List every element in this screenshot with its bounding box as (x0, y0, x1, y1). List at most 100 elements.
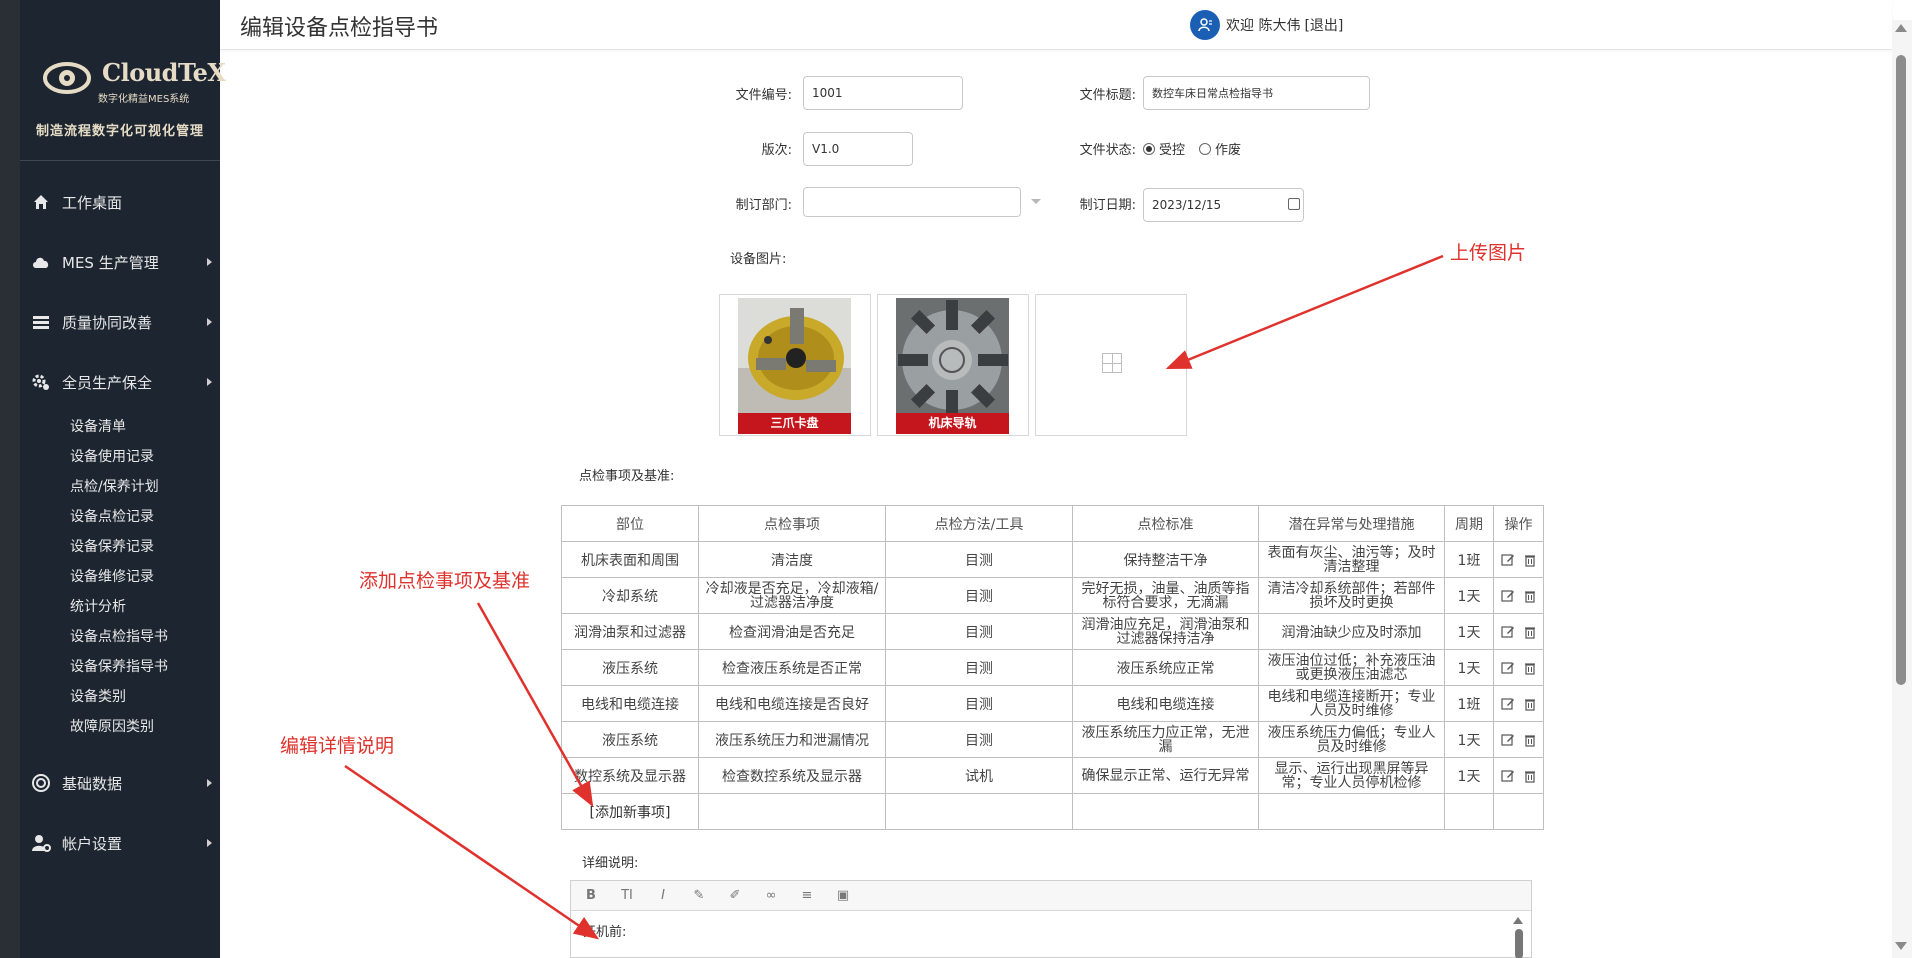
add-item-link[interactable]: [添加新事项] (590, 805, 671, 821)
table-cell: 液压系统 (561, 721, 699, 758)
annotation-add-items: 添加点检事项及基准 (359, 570, 531, 592)
edit-icon[interactable] (1500, 661, 1515, 675)
menu-item-quality[interactable]: 质量协同改善 (20, 294, 220, 350)
chevron-right-icon (207, 318, 212, 326)
cloud-icon (30, 251, 52, 273)
delete-icon[interactable] (1523, 733, 1537, 747)
table-cell: 确保显示正常、运行无异常 (1072, 757, 1259, 794)
table-cell: 目测 (885, 721, 1073, 758)
editor-scroll-up-icon[interactable] (1513, 917, 1523, 924)
menu-label: 工作桌面 (62, 193, 123, 212)
edit-icon[interactable] (1500, 733, 1515, 747)
row-actions (1493, 541, 1544, 578)
table-header: 点检标准 (1072, 505, 1259, 542)
table-cell: 液压系统压力偏低；专业人员及时维修 (1258, 721, 1445, 758)
dept-select[interactable] (803, 187, 1021, 217)
version-input[interactable] (803, 132, 913, 166)
date-label: 制订日期: (1079, 198, 1136, 213)
equipment-photo[interactable]: 三爪卡盘 (719, 294, 871, 436)
date-input[interactable] (1143, 188, 1304, 222)
table-cell: 1天 (1444, 577, 1494, 614)
menu-label: MES 生产管理 (62, 253, 159, 272)
edit-icon[interactable] (1500, 625, 1515, 639)
table-cell: 冷却系统 (561, 577, 699, 614)
photo-caption: 机床导轨 (896, 413, 1009, 434)
chuck-photo (738, 298, 851, 415)
row-actions (1493, 757, 1544, 794)
editor-scroll-thumb[interactable] (1515, 929, 1523, 958)
version-label: 版次: (761, 143, 792, 158)
chevron-down-icon[interactable] (1031, 199, 1041, 204)
edit-icon[interactable] (1500, 589, 1515, 603)
align-icon[interactable]: ≡ (799, 888, 815, 904)
editor-body[interactable]: 开机前: (571, 911, 1531, 958)
submenu-item[interactable]: 设备点检指导书 (20, 622, 220, 652)
delete-icon[interactable] (1523, 589, 1537, 603)
scroll-thumb[interactable] (1896, 55, 1906, 685)
equipment-photo[interactable]: 机床导轨 (877, 294, 1029, 436)
table-row: 液压系统 检查液压系统是否正常 目测 液压系统应正常 液压油位过低；补充液压油或更换液压… (561, 649, 1544, 686)
arrow-upload (1165, 254, 1444, 370)
delete-icon[interactable] (1523, 661, 1537, 675)
edit-icon[interactable] (1500, 553, 1515, 567)
table-header: 潜在异常与处理措施 (1258, 505, 1445, 542)
submenu-item[interactable]: 点检/保养计划 (20, 472, 220, 502)
table-cell: 目测 (885, 685, 1073, 722)
menu-item-account[interactable]: 帐户设置 (20, 815, 220, 871)
delete-icon[interactable] (1523, 697, 1537, 711)
status-option-label: 作废 (1215, 143, 1242, 158)
delete-icon[interactable] (1523, 769, 1537, 783)
chevron-right-icon (207, 258, 212, 266)
row-actions (1493, 685, 1544, 722)
doc-no-input[interactable] (803, 76, 963, 110)
menu-item-workdesk[interactable]: 工作桌面 (20, 174, 220, 230)
table-cell: 液压系统压力和泄漏情况 (698, 721, 886, 758)
submenu-item[interactable]: 设备维修记录 (20, 562, 220, 592)
table-cell: 润滑油应充足，润滑油泵和过滤器保持洁净 (1072, 613, 1259, 650)
doc-title-input[interactable] (1143, 76, 1370, 110)
italic-icon[interactable]: I (655, 888, 671, 904)
logo-title: CloudTeX (102, 58, 226, 87)
menu-item-mes[interactable]: MES 生产管理 (20, 234, 220, 290)
scroll-up-arrow-icon[interactable] (1895, 24, 1907, 32)
row-actions (1493, 721, 1544, 758)
upload-image-slot[interactable] (1035, 294, 1187, 436)
calendar-icon[interactable] (1288, 198, 1300, 210)
font-size-icon[interactable]: TI (619, 888, 635, 904)
table-cell: 1天 (1444, 613, 1494, 650)
submenu-item[interactable]: 设备保养记录 (20, 532, 220, 562)
delete-icon[interactable] (1523, 625, 1537, 639)
settings-icon (30, 772, 52, 794)
submenu-item[interactable]: 设备保养指导书 (20, 652, 220, 682)
delete-icon[interactable] (1523, 553, 1537, 567)
status-radio-void[interactable] (1199, 142, 1212, 155)
submenu-item[interactable]: 设备使用记录 (20, 442, 220, 472)
submenu-item[interactable]: 故障原因类别 (20, 712, 220, 742)
submenu-item[interactable]: 设备点检记录 (20, 502, 220, 532)
rich-text-editor[interactable]: B TI I ✎ ✐ ∞ ≡ ▣ 开机前: (570, 880, 1532, 958)
table-cell: 表面有灰尘、油污等；及时清洁整理 (1258, 541, 1445, 578)
menu-item-tpm[interactable]: 全员生产保全 (20, 354, 220, 410)
logout-link[interactable]: [退出] (1304, 15, 1343, 35)
table-header: 操作 (1493, 505, 1544, 542)
submenu-item[interactable]: 设备类别 (20, 682, 220, 712)
status-radio-controlled[interactable] (1143, 142, 1155, 155)
table-cell: 清洁度 (698, 541, 886, 578)
link-icon[interactable]: ∞ (763, 888, 779, 904)
bold-icon[interactable]: B (583, 888, 599, 904)
brush-icon[interactable]: ✐ (727, 888, 743, 904)
status-label: 文件状态: (1079, 143, 1136, 158)
image-icon[interactable]: ▣ (835, 888, 851, 904)
edit-icon[interactable] (1500, 769, 1515, 783)
menu-item-base-data[interactable]: 基础数据 (20, 755, 220, 811)
photo-caption: 三爪卡盘 (738, 413, 851, 434)
edit-icon[interactable] (1500, 697, 1515, 711)
submenu-item[interactable]: 设备清单 (20, 412, 220, 442)
gears-icon (30, 371, 52, 393)
highlight-icon[interactable]: ✎ (691, 888, 707, 904)
submenu-item[interactable]: 统计分析 (20, 592, 220, 622)
images-label: 设备图片: (730, 252, 787, 267)
doc-title-label: 文件标题: (1079, 88, 1136, 103)
table-cell: 冷却液是否充足，冷却液箱/过滤器洁净度 (698, 577, 886, 614)
scroll-down-arrow-icon[interactable] (1895, 942, 1907, 950)
